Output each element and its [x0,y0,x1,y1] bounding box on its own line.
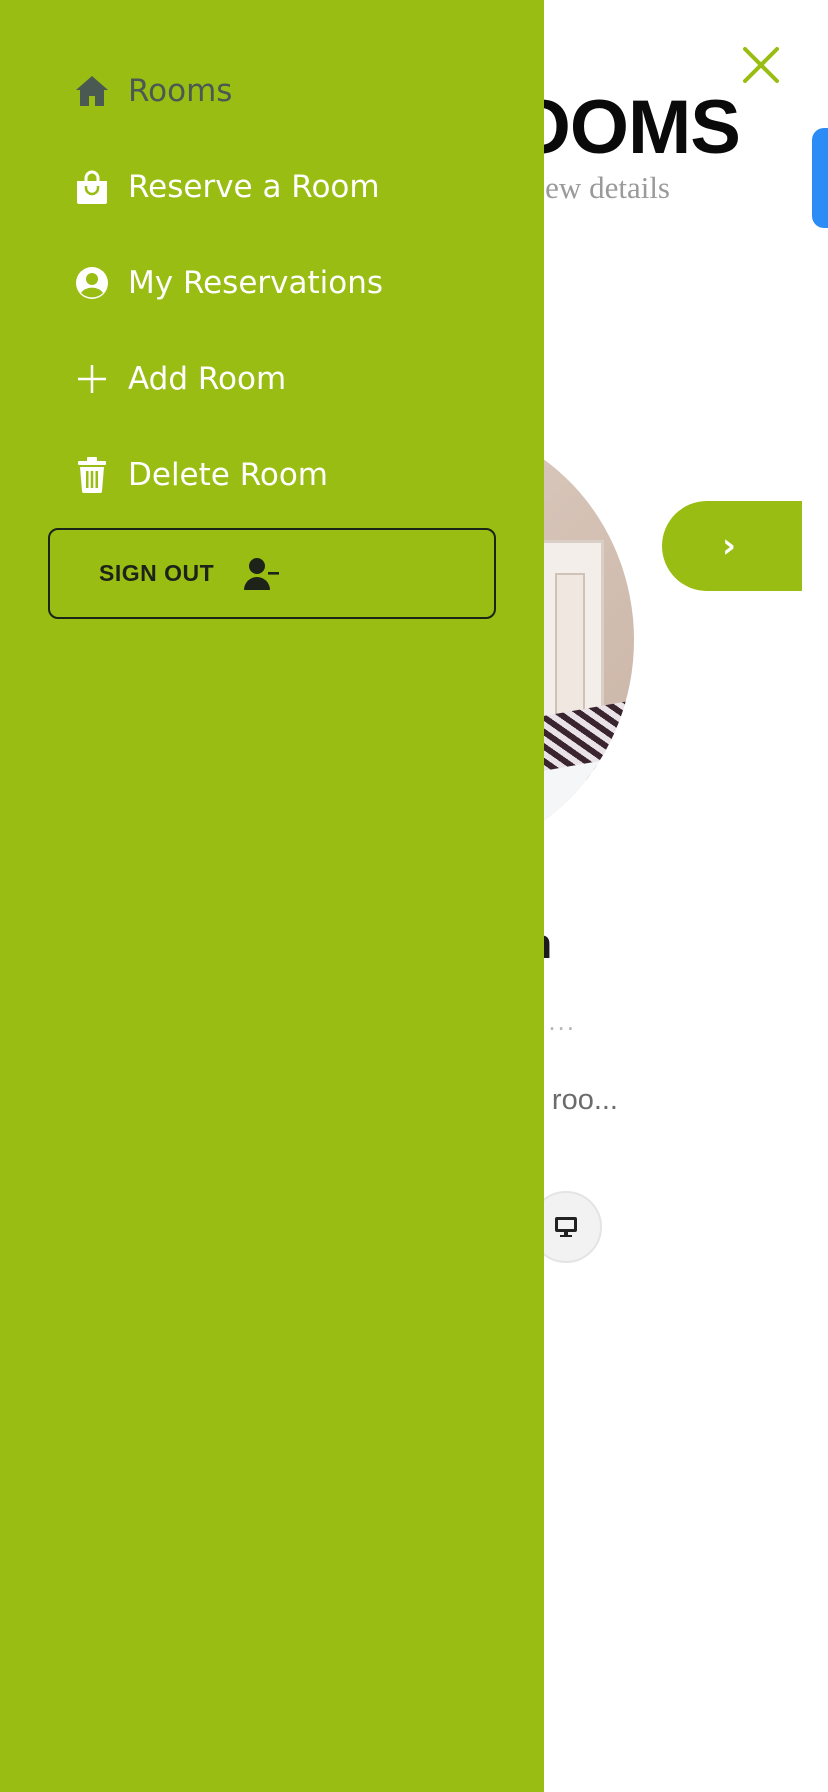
menu-item-label: My Reservations [128,265,384,301]
side-tab[interactable] [812,128,828,228]
home-icon [74,73,110,109]
menu-item-label: Add Room [128,361,287,397]
navigation-drawer: Rooms Reserve a Room My Reservations Add… [0,0,544,1792]
menu-item-label: Reserve a Room [128,169,380,205]
menu-item-label: Delete Room [128,457,328,493]
menu-item-my-reservations[interactable]: My Reservations [74,253,383,313]
close-icon[interactable] [738,42,784,88]
next-room-button[interactable]: › [662,501,802,591]
trash-icon [74,457,110,493]
user-minus-icon [244,556,280,592]
user-circle-icon [74,265,110,301]
sign-out-button[interactable]: SIGN OUT [48,528,496,619]
menu-item-rooms[interactable]: Rooms [74,61,232,121]
menu-item-label: Rooms [128,73,233,109]
menu-item-delete-room[interactable]: Delete Room [74,445,328,505]
sign-out-label: SIGN OUT [99,560,215,586]
menu-item-add-room[interactable]: Add Room [74,349,286,409]
menu-item-reserve-room[interactable]: Reserve a Room [74,157,380,217]
shopping-bag-icon [74,169,110,205]
plus-icon [74,361,110,397]
